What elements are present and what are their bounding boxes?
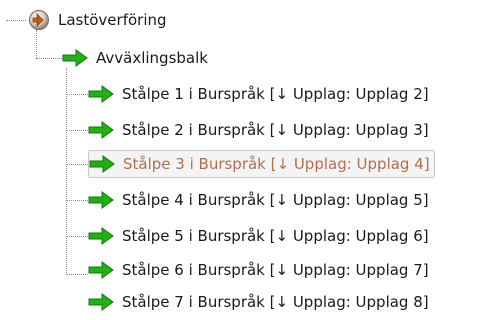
tree-node-label: Stålpe 6 i Burspråk [↓ Upplag: Upplag 7] xyxy=(122,261,429,279)
green-arrow-icon xyxy=(88,121,114,139)
tree-connector xyxy=(66,200,88,201)
tree-node-label: Avväxlingsbalk xyxy=(96,49,208,67)
tree-node-item[interactable]: Stålpe 7 i Burspråk [↓ Upplag: Upplag 8] xyxy=(88,290,431,314)
tree-connector xyxy=(66,94,88,95)
tree-connector xyxy=(66,236,88,237)
tree-node-label: Stålpe 3 i Burspråk [↓ Upplag: Upplag 4] xyxy=(123,155,430,173)
tree-node-item[interactable]: Stålpe 1 i Burspråk [↓ Upplag: Upplag 2] xyxy=(88,82,431,106)
tree-connector xyxy=(66,274,88,275)
green-arrow-icon xyxy=(89,155,115,173)
tree-connector xyxy=(66,68,67,275)
tree-node-item[interactable]: Stålpe 6 i Burspråk [↓ Upplag: Upplag 7] xyxy=(88,258,431,282)
tree-node-child[interactable]: Avväxlingsbalk xyxy=(62,46,210,70)
green-arrow-icon xyxy=(88,227,114,245)
tree-connector xyxy=(36,30,37,58)
tree-node-label: Stålpe 7 i Burspråk [↓ Upplag: Upplag 8] xyxy=(122,293,429,311)
green-arrow-icon xyxy=(88,293,114,311)
tree-view: Lastöverföring Avväxlingsbalk Stålpe 1 i… xyxy=(0,0,498,320)
tree-node-label: Stålpe 1 i Burspråk [↓ Upplag: Upplag 2] xyxy=(122,85,429,103)
tree-connector xyxy=(6,20,26,21)
green-arrow-icon xyxy=(88,191,114,209)
green-arrow-icon xyxy=(62,49,88,67)
tree-node-item[interactable]: Stålpe 5 i Burspråk [↓ Upplag: Upplag 6] xyxy=(88,224,431,248)
tree-node-label: Lastöverföring xyxy=(58,11,167,29)
tree-connector xyxy=(66,164,88,165)
green-arrow-icon xyxy=(88,85,114,103)
load-transfer-icon xyxy=(28,9,50,31)
tree-node-label: Stålpe 5 i Burspråk [↓ Upplag: Upplag 6] xyxy=(122,227,429,245)
tree-node-label: Stålpe 4 i Burspråk [↓ Upplag: Upplag 5] xyxy=(122,191,429,209)
tree-node-item[interactable]: Stålpe 4 i Burspråk [↓ Upplag: Upplag 5] xyxy=(88,188,431,212)
tree-node-label: Stålpe 2 i Burspråk [↓ Upplag: Upplag 3] xyxy=(122,121,429,139)
tree-node-item-selected[interactable]: Stålpe 3 i Burspråk [↓ Upplag: Upplag 4] xyxy=(88,150,435,178)
tree-node-root[interactable]: Lastöverföring xyxy=(28,8,169,32)
tree-connector xyxy=(36,58,62,59)
green-arrow-icon xyxy=(88,261,114,279)
tree-node-item[interactable]: Stålpe 2 i Burspråk [↓ Upplag: Upplag 3] xyxy=(88,118,431,142)
tree-connector xyxy=(66,130,88,131)
